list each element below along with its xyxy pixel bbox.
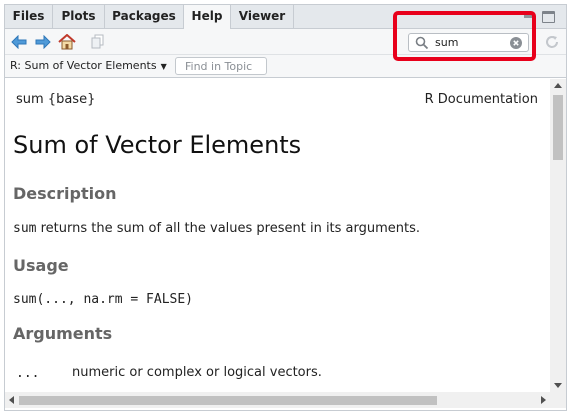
usage-code: sum(..., na.rm = FALSE) <box>13 292 194 307</box>
refresh-icon[interactable] <box>543 33 561 51</box>
help-search-box[interactable] <box>408 33 529 52</box>
topic-label: R: Sum of Vector Elements <box>10 59 157 72</box>
tab-viewer[interactable]: Viewer <box>231 5 294 29</box>
tab-files[interactable]: Files <box>5 5 53 29</box>
vertical-scrollbar[interactable] <box>550 79 566 392</box>
description-code: sum <box>13 221 37 236</box>
home-icon[interactable] <box>58 33 76 51</box>
print-icon[interactable] <box>89 33 107 51</box>
search-icon <box>415 36 429 50</box>
argument-description: numeric or complex or logical vectors. <box>72 365 322 380</box>
description-text: sum returns the sum of all the values pr… <box>13 221 420 236</box>
pane-tab-bar: Files Plots Packages Help Viewer <box>5 5 566 30</box>
minimize-icon[interactable] <box>524 12 534 22</box>
scroll-left-icon[interactable] <box>9 396 14 404</box>
scroll-right-icon[interactable] <box>541 396 546 404</box>
forward-arrow-icon[interactable] <box>34 33 52 51</box>
vertical-scroll-thumb[interactable] <box>553 95 563 160</box>
maximize-icon[interactable] <box>542 11 555 23</box>
scrollbar-corner <box>550 392 566 408</box>
horizontal-scrollbar[interactable] <box>5 392 550 408</box>
horizontal-scroll-thumb[interactable] <box>19 396 437 405</box>
find-in-topic-input[interactable] <box>175 57 267 75</box>
help-toolbar <box>5 29 566 55</box>
arguments-heading: Arguments <box>13 324 113 343</box>
topic-dropdown[interactable]: R: Sum of Vector Elements ▼ <box>10 59 167 72</box>
doc-source: R Documentation <box>424 92 538 107</box>
search-input[interactable] <box>435 35 505 50</box>
tab-help[interactable]: Help <box>184 5 231 30</box>
scroll-down-icon[interactable] <box>554 383 562 388</box>
description-heading: Description <box>13 184 117 203</box>
topic-bar: R: Sum of Vector Elements ▼ <box>5 55 566 78</box>
argument-name: ... <box>16 366 40 381</box>
doc-name: sum {base} <box>16 92 96 107</box>
tab-plots[interactable]: Plots <box>53 5 105 29</box>
page-title: Sum of Vector Elements <box>13 131 302 159</box>
description-body: returns the sum of all the values presen… <box>36 221 421 236</box>
help-content: sum {base} R Documentation Sum of Vector… <box>5 79 550 392</box>
usage-heading: Usage <box>13 256 69 275</box>
tab-packages[interactable]: Packages <box>105 5 184 29</box>
chevron-down-icon: ▼ <box>160 62 167 71</box>
scroll-up-icon[interactable] <box>554 83 562 88</box>
back-arrow-icon[interactable] <box>10 33 28 51</box>
clear-search-icon[interactable] <box>510 37 522 49</box>
help-pane: Files Plots Packages Help Viewer R <box>4 4 567 411</box>
